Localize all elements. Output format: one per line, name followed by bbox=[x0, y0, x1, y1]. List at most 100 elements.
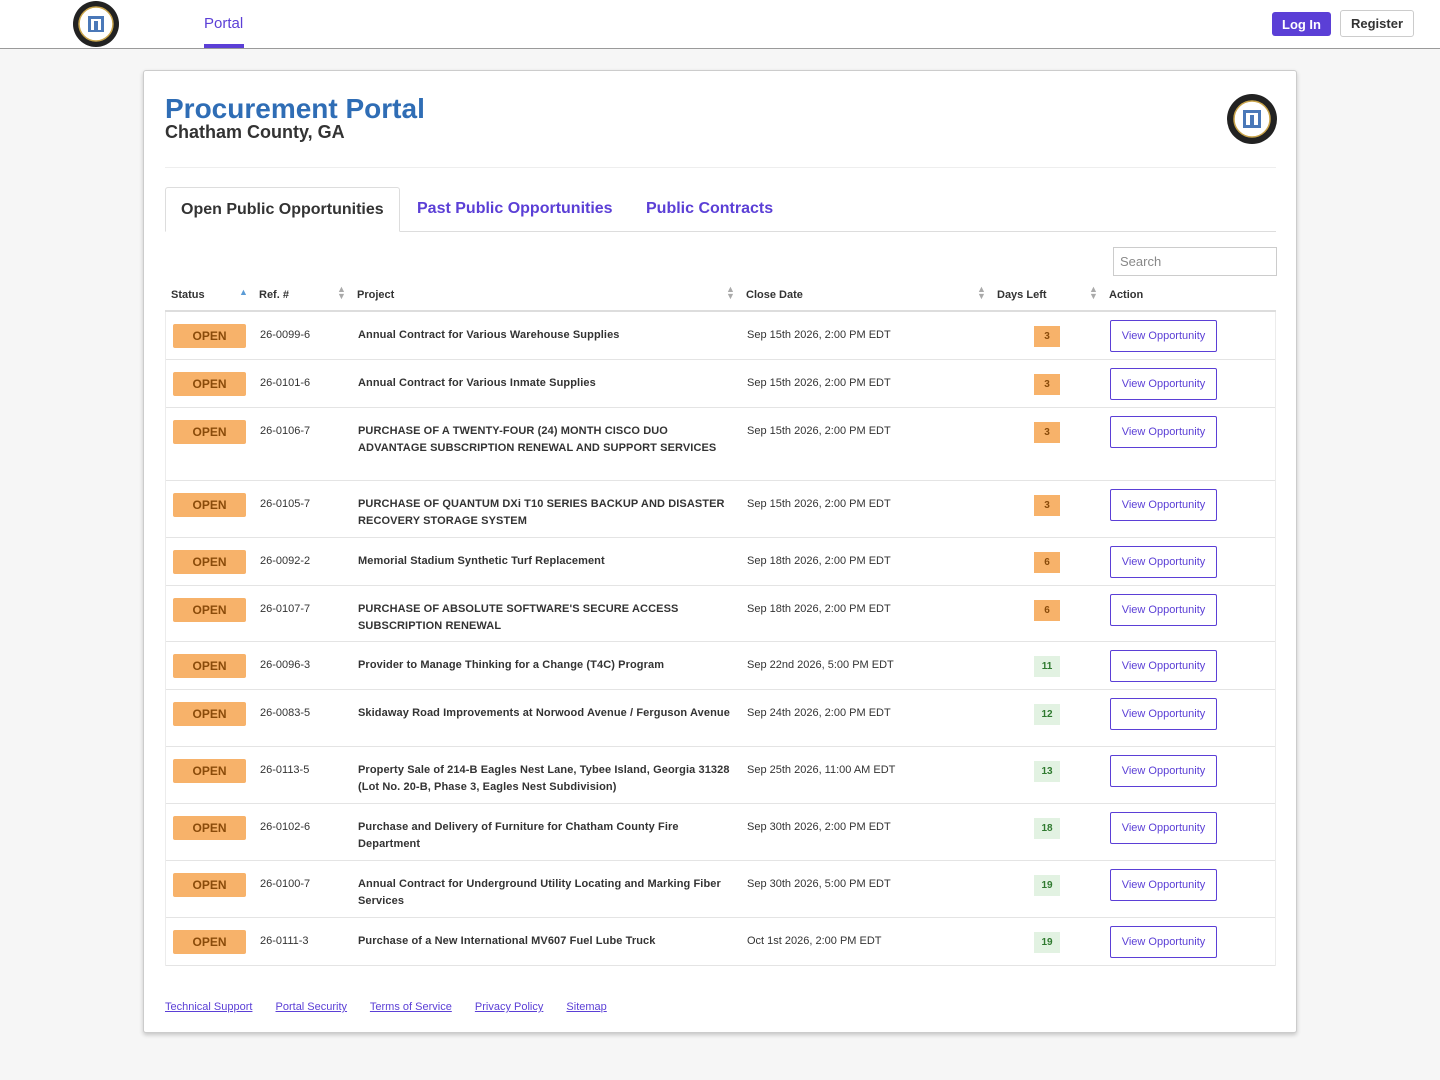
login-button[interactable]: Log In bbox=[1272, 12, 1331, 36]
status-badge: OPEN bbox=[173, 324, 246, 348]
nav-active-indicator bbox=[204, 44, 244, 48]
days-left-badge: 12 bbox=[1034, 704, 1060, 725]
status-badge: OPEN bbox=[173, 930, 246, 954]
footer-terms-link[interactable]: Terms of Service bbox=[370, 1001, 452, 1013]
status-badge: OPEN bbox=[173, 598, 246, 622]
footer-sitemap-link[interactable]: Sitemap bbox=[566, 1001, 606, 1013]
county-seal-icon[interactable] bbox=[72, 0, 120, 48]
column-header-days-left[interactable]: Days Left bbox=[997, 289, 1047, 301]
view-opportunity-button[interactable]: View Opportunity bbox=[1110, 489, 1217, 521]
page-subtitle: Chatham County, GA bbox=[165, 122, 345, 142]
project-name: PURCHASE OF QUANTUM DXi T10 SERIES BACKU… bbox=[358, 498, 725, 527]
days-left-badge: 3 bbox=[1034, 326, 1060, 347]
ref-number: 26-0102-6 bbox=[260, 821, 311, 833]
view-opportunity-button[interactable]: View Opportunity bbox=[1110, 368, 1217, 400]
table-row: OPEN 26-0113-5 Property Sale of 214-B Eagl… bbox=[166, 747, 1275, 804]
days-left-badge: 19 bbox=[1034, 932, 1060, 953]
close-date: Sep 15th 2026, 2:00 PM EDT bbox=[747, 425, 891, 437]
view-opportunity-button[interactable]: View Opportunity bbox=[1110, 926, 1217, 958]
view-opportunity-button[interactable]: View Opportunity bbox=[1110, 650, 1217, 682]
project-name: Annual Contract for Various Inmate Suppl… bbox=[358, 377, 596, 389]
days-left-badge: 3 bbox=[1034, 422, 1060, 443]
column-header-status[interactable]: Status bbox=[171, 289, 205, 301]
ref-number: 26-0101-6 bbox=[260, 377, 311, 389]
table-row: OPEN 26-0100-7 Annual Contract for Undergr… bbox=[166, 861, 1275, 918]
days-left-badge: 11 bbox=[1034, 656, 1060, 677]
sort-arrows-icon[interactable]: ▲ ▼ bbox=[977, 285, 986, 301]
view-opportunity-button[interactable]: View Opportunity bbox=[1110, 869, 1217, 901]
table-row: OPEN 26-0111-3 Purchase of a New Internati… bbox=[166, 918, 1275, 966]
tab-past-opportunities[interactable]: Past Public Opportunities bbox=[417, 187, 613, 232]
table-row: OPEN 26-0092-2 Memorial Stadium Synthetic … bbox=[166, 538, 1275, 586]
days-left-badge: 18 bbox=[1034, 818, 1060, 839]
days-left-badge: 3 bbox=[1034, 374, 1060, 395]
table-row: OPEN 26-0099-6 Annual Contract for Various… bbox=[166, 312, 1275, 360]
project-name: Purchase and Delivery of Furniture for C… bbox=[358, 821, 679, 850]
status-badge: OPEN bbox=[173, 654, 246, 678]
view-opportunity-button[interactable]: View Opportunity bbox=[1110, 812, 1217, 844]
ref-number: 26-0107-7 bbox=[260, 603, 311, 615]
close-date: Sep 25th 2026, 11:00 AM EDT bbox=[747, 764, 896, 776]
status-badge: OPEN bbox=[173, 550, 246, 574]
project-name: Provider to Manage Thinking for a Change… bbox=[358, 659, 665, 671]
days-left-badge: 3 bbox=[1034, 495, 1060, 516]
opportunities-table: Status ▲ Ref. # ▲ ▼ Project ▲ ▼ Close Date… bbox=[165, 283, 1276, 966]
status-badge: OPEN bbox=[173, 493, 246, 517]
nav-portal-link[interactable]: Portal bbox=[204, 0, 243, 48]
table-row: OPEN 26-0096-3 Provider to Manage Thinking… bbox=[166, 642, 1275, 690]
footer-technical-support-link[interactable]: Technical Support bbox=[165, 1001, 252, 1013]
table-row: OPEN 26-0106-7 PURCHASE OF A TWENTY-FOUR (… bbox=[166, 408, 1275, 481]
view-opportunity-button[interactable]: View Opportunity bbox=[1110, 698, 1217, 730]
register-button[interactable]: Register bbox=[1340, 10, 1414, 37]
footer-portal-security-link[interactable]: Portal Security bbox=[276, 1001, 348, 1013]
view-opportunity-button[interactable]: View Opportunity bbox=[1110, 594, 1217, 626]
close-date: Sep 15th 2026, 2:00 PM EDT bbox=[747, 329, 891, 341]
days-left-badge: 19 bbox=[1034, 875, 1060, 896]
tab-open-opportunities[interactable]: Open Public Opportunities bbox=[165, 187, 400, 232]
sort-arrows-icon[interactable]: ▲ ▼ bbox=[1089, 285, 1098, 301]
status-badge: OPEN bbox=[173, 816, 246, 840]
column-header-action: Action bbox=[1109, 289, 1144, 301]
project-name: PURCHASE OF ABSOLUTE SOFTWARE'S SECURE A… bbox=[358, 603, 679, 632]
close-date: Sep 22nd 2026, 5:00 PM EDT bbox=[747, 659, 894, 671]
status-badge: OPEN bbox=[173, 873, 246, 897]
portal-card: Procurement Portal Chatham County, GA Op… bbox=[143, 70, 1297, 1033]
view-opportunity-button[interactable]: View Opportunity bbox=[1110, 546, 1217, 578]
days-left-badge: 13 bbox=[1034, 761, 1060, 782]
project-name: Purchase of a New International MV607 Fu… bbox=[358, 935, 656, 947]
search-input[interactable] bbox=[1113, 247, 1277, 276]
table-header: Status ▲ Ref. # ▲ ▼ Project ▲ ▼ Close Date… bbox=[165, 283, 1276, 312]
project-name: Annual Contract for Various Warehouse Su… bbox=[358, 329, 620, 341]
column-header-close-date[interactable]: Close Date bbox=[746, 289, 803, 301]
column-header-project[interactable]: Project bbox=[357, 289, 394, 301]
days-left-badge: 6 bbox=[1034, 552, 1060, 573]
view-opportunity-button[interactable]: View Opportunity bbox=[1110, 416, 1217, 448]
status-badge: OPEN bbox=[173, 420, 246, 444]
sort-arrows-icon[interactable]: ▲ ▼ bbox=[726, 285, 735, 301]
project-name: Annual Contract for Underground Utility … bbox=[358, 878, 721, 907]
ref-number: 26-0100-7 bbox=[260, 878, 311, 890]
ref-number: 26-0105-7 bbox=[260, 498, 311, 510]
ref-number: 26-0099-6 bbox=[260, 329, 311, 341]
project-name: Skidaway Road Improvements at Norwood Av… bbox=[358, 707, 730, 719]
column-header-ref[interactable]: Ref. # bbox=[259, 289, 289, 301]
close-date: Sep 18th 2026, 2:00 PM EDT bbox=[747, 555, 891, 567]
status-badge: OPEN bbox=[173, 702, 246, 726]
view-opportunity-button[interactable]: View Opportunity bbox=[1110, 320, 1217, 352]
table-row: OPEN 26-0083-5 Skidaway Road Improvements … bbox=[166, 690, 1275, 747]
close-date: Oct 1st 2026, 2:00 PM EDT bbox=[747, 935, 882, 947]
close-date: Sep 24th 2026, 2:00 PM EDT bbox=[747, 707, 891, 719]
table-row: OPEN 26-0105-7 PURCHASE OF QUANTUM DXi T10… bbox=[166, 481, 1275, 538]
top-nav: Portal Log In Register bbox=[0, 0, 1440, 49]
view-opportunity-button[interactable]: View Opportunity bbox=[1110, 755, 1217, 787]
ref-number: 26-0096-3 bbox=[260, 659, 311, 671]
tab-public-contracts[interactable]: Public Contracts bbox=[646, 187, 773, 232]
project-name: Property Sale of 214-B Eagles Nest Lane,… bbox=[358, 764, 730, 793]
project-name: PURCHASE OF A TWENTY-FOUR (24) MONTH CIS… bbox=[358, 425, 717, 454]
table-row: OPEN 26-0102-6 Purchase and Delivery of Fu… bbox=[166, 804, 1275, 861]
sort-arrows-icon[interactable]: ▲ ▼ bbox=[337, 285, 346, 301]
sort-asc-icon[interactable]: ▲ bbox=[239, 288, 248, 297]
footer-privacy-link[interactable]: Privacy Policy bbox=[475, 1001, 543, 1013]
close-date: Sep 30th 2026, 2:00 PM EDT bbox=[747, 821, 891, 833]
project-name: Memorial Stadium Synthetic Turf Replacem… bbox=[358, 555, 605, 567]
